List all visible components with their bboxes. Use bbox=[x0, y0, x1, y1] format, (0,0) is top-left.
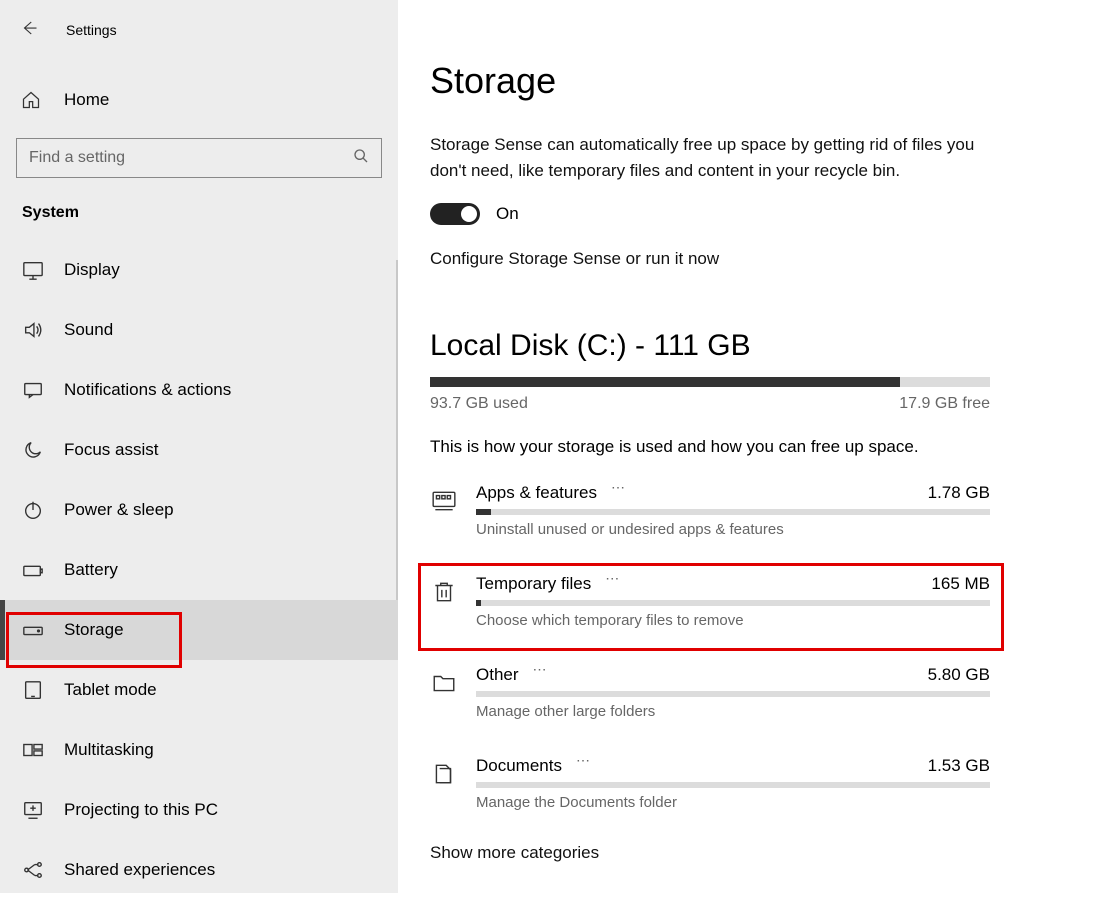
section-label: System bbox=[22, 204, 398, 222]
sidebar-item-shared[interactable]: Shared experiences bbox=[0, 840, 398, 900]
sidebar-item-label: Tablet mode bbox=[64, 680, 157, 700]
category-bar bbox=[476, 600, 990, 606]
sidebar-item-label: Focus assist bbox=[64, 440, 158, 460]
disk-values: 93.7 GB used 17.9 GB free bbox=[430, 395, 990, 413]
category-temporary-files[interactable]: Temporary files 165 MB Choose which temp… bbox=[430, 570, 990, 633]
sidebar-item-sound[interactable]: Sound bbox=[0, 300, 398, 360]
home-label: Home bbox=[64, 90, 109, 110]
sidebar-item-tablet[interactable]: Tablet mode bbox=[0, 660, 398, 720]
moon-icon bbox=[22, 439, 44, 461]
search-input[interactable]: Find a setting bbox=[16, 138, 382, 178]
loading-spinner-icon bbox=[576, 760, 600, 772]
power-icon bbox=[22, 499, 44, 521]
configure-storage-sense-link[interactable]: Configure Storage Sense or run it now bbox=[430, 249, 719, 269]
project-icon bbox=[22, 799, 44, 821]
apps-icon bbox=[430, 487, 458, 515]
monitor-icon bbox=[22, 259, 44, 281]
storage-sense-toggle-row: On bbox=[430, 203, 1077, 225]
back-icon[interactable] bbox=[20, 19, 38, 41]
drive-icon bbox=[22, 619, 44, 641]
sidebar-item-battery[interactable]: Battery bbox=[0, 540, 398, 600]
folder-icon bbox=[430, 669, 458, 697]
category-name: Documents bbox=[476, 756, 562, 776]
header-row: Settings bbox=[0, 10, 398, 50]
disk-usage-fill bbox=[430, 377, 900, 387]
sidebar-item-label: Battery bbox=[64, 560, 118, 580]
usage-desc: This is how your storage is used and how… bbox=[430, 437, 1077, 457]
category-size: 1.53 GB bbox=[928, 756, 990, 776]
sidebar-item-label: Storage bbox=[64, 620, 124, 640]
notifications-icon bbox=[22, 379, 44, 401]
trash-icon bbox=[430, 578, 458, 606]
show-more-categories-link[interactable]: Show more categories bbox=[430, 843, 599, 862]
battery-icon bbox=[22, 559, 44, 581]
sidebar-item-power[interactable]: Power & sleep bbox=[0, 480, 398, 540]
sidebar-item-label: Display bbox=[64, 260, 120, 280]
category-size: 1.78 GB bbox=[928, 483, 990, 503]
category-name: Apps & features bbox=[476, 483, 597, 503]
category-size: 165 MB bbox=[931, 574, 990, 594]
sidebar-item-label: Power & sleep bbox=[64, 500, 174, 520]
category-size: 5.80 GB bbox=[928, 665, 990, 685]
category-apps-features[interactable]: Apps & features 1.78 GB Uninstall unused… bbox=[430, 479, 990, 542]
category-name: Other bbox=[476, 665, 519, 685]
sidebar-item-notifications[interactable]: Notifications & actions bbox=[0, 360, 398, 420]
category-sub: Choose which temporary files to remove bbox=[476, 612, 990, 629]
storage-sense-toggle[interactable] bbox=[430, 203, 480, 225]
share-icon bbox=[22, 859, 44, 881]
sidebar-home[interactable]: Home bbox=[0, 72, 398, 128]
disk-title: Local Disk (C:) - 111 GB bbox=[430, 329, 1077, 363]
disk-used: 93.7 GB used bbox=[430, 395, 528, 413]
category-sub: Uninstall unused or undesired apps & fea… bbox=[476, 521, 990, 538]
category-sub: Manage the Documents folder bbox=[476, 794, 990, 811]
sidebar-item-focus-assist[interactable]: Focus assist bbox=[0, 420, 398, 480]
loading-spinner-icon bbox=[605, 578, 629, 590]
category-other[interactable]: Other 5.80 GB Manage other large folders bbox=[430, 661, 990, 724]
category-sub: Manage other large folders bbox=[476, 703, 990, 720]
sidebar-item-display[interactable]: Display bbox=[0, 240, 398, 300]
toggle-state-label: On bbox=[496, 204, 519, 224]
home-icon bbox=[20, 90, 42, 110]
page-title: Storage bbox=[430, 60, 1077, 102]
storage-sense-desc: Storage Sense can automatically free up … bbox=[430, 132, 990, 183]
category-name: Temporary files bbox=[476, 574, 591, 594]
documents-icon bbox=[430, 760, 458, 788]
search-icon bbox=[353, 148, 369, 168]
sidebar-item-label: Shared experiences bbox=[64, 860, 215, 880]
app-title: Settings bbox=[66, 22, 117, 38]
disk-free: 17.9 GB free bbox=[899, 395, 990, 413]
category-documents[interactable]: Documents 1.53 GB Manage the Documents f… bbox=[430, 752, 990, 815]
category-bar bbox=[476, 782, 990, 788]
sidebar-item-label: Sound bbox=[64, 320, 113, 340]
settings-sidebar: Settings Home Find a setting System Disp… bbox=[0, 0, 398, 893]
loading-spinner-icon bbox=[533, 669, 557, 681]
search-placeholder: Find a setting bbox=[29, 149, 125, 167]
sidebar-item-projecting[interactable]: Projecting to this PC bbox=[0, 780, 398, 840]
main-panel: Storage Storage Sense can automatically … bbox=[398, 0, 1117, 893]
loading-spinner-icon bbox=[611, 487, 635, 499]
sidebar-item-multitasking[interactable]: Multitasking bbox=[0, 720, 398, 780]
multitask-icon bbox=[22, 739, 44, 761]
sidebar-item-label: Multitasking bbox=[64, 740, 154, 760]
sidebar-item-storage[interactable]: Storage bbox=[0, 600, 398, 660]
tablet-icon bbox=[22, 679, 44, 701]
category-bar bbox=[476, 509, 990, 515]
sidebar-item-label: Projecting to this PC bbox=[64, 800, 218, 820]
category-bar bbox=[476, 691, 990, 697]
disk-usage-bar bbox=[430, 377, 990, 387]
sidebar-item-label: Notifications & actions bbox=[64, 380, 231, 400]
sound-icon bbox=[22, 319, 44, 341]
